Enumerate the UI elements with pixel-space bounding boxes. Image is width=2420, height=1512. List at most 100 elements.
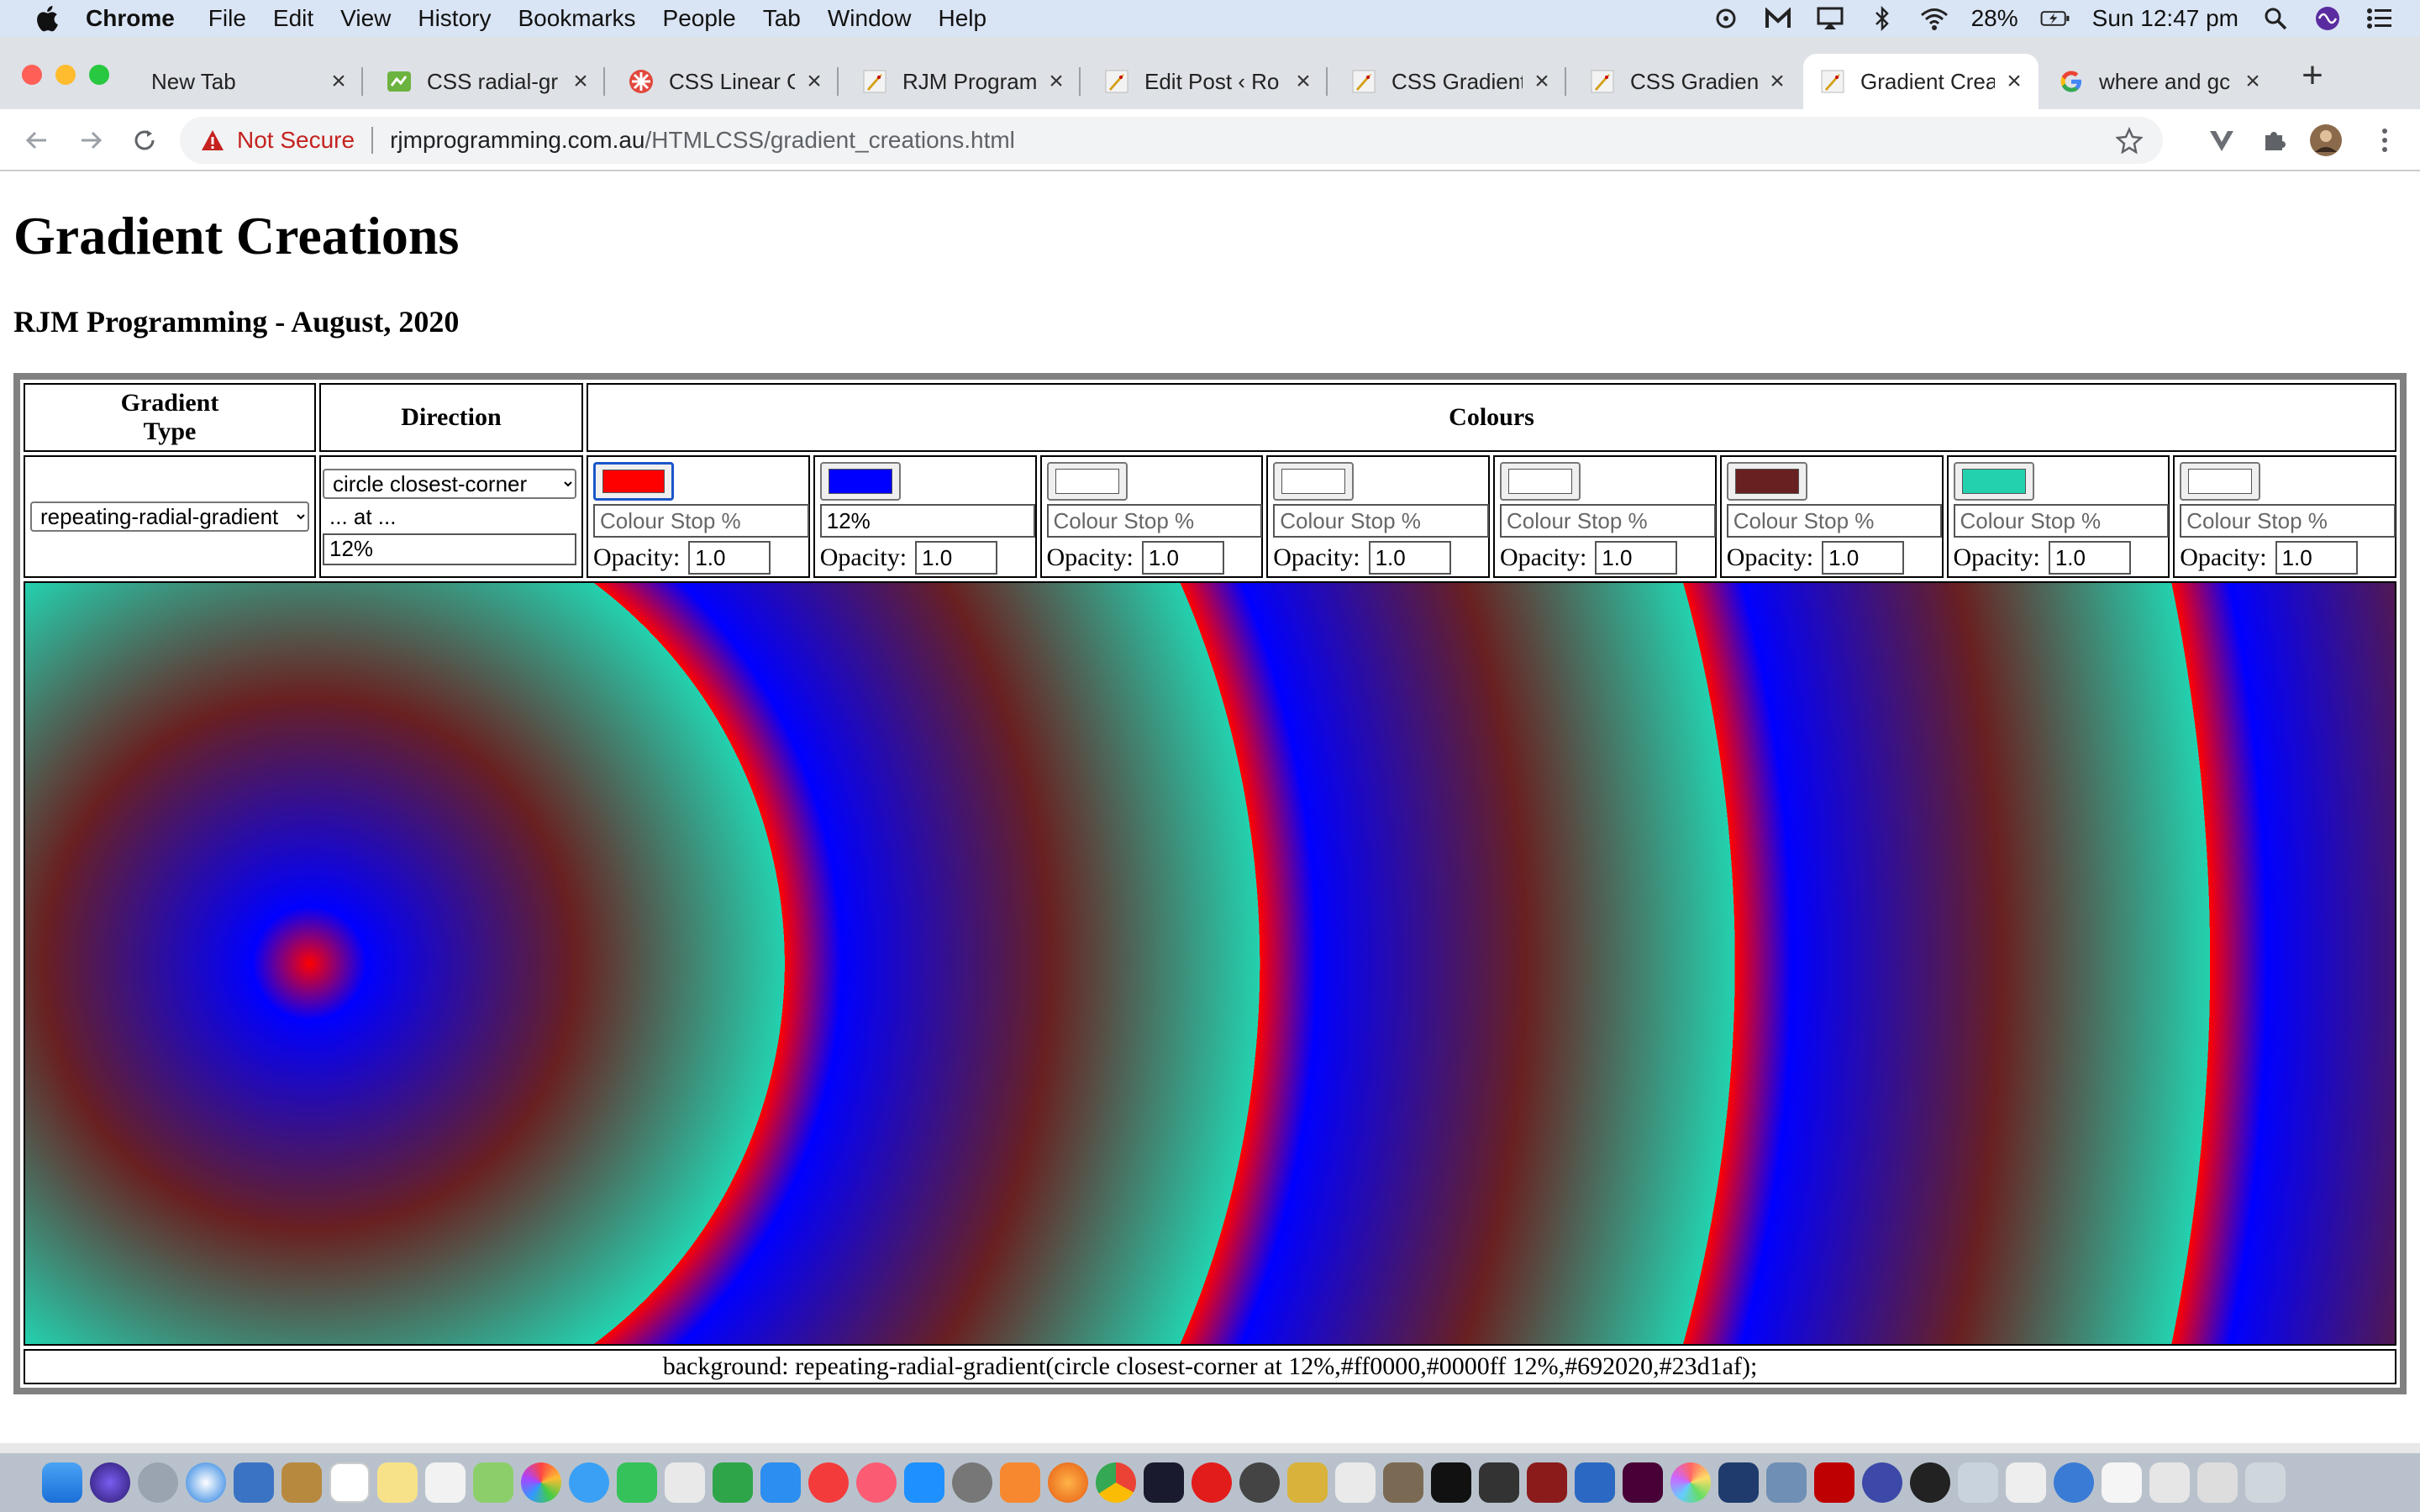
tab-close-icon[interactable]: × <box>326 69 351 94</box>
contacts-dock-icon[interactable] <box>281 1462 322 1503</box>
tab-gradient-creations[interactable]: Gradient Crea × <box>1803 54 2039 109</box>
menu-view[interactable]: View <box>340 5 391 32</box>
pages-dock-icon[interactable] <box>665 1462 705 1503</box>
tab-close-icon[interactable]: × <box>1765 69 1790 94</box>
trash-dock-icon[interactable] <box>2245 1462 2286 1503</box>
colour-picker-2[interactable] <box>819 462 901 501</box>
colour-stop-input-8[interactable] <box>2180 504 2396 538</box>
music-dock-icon[interactable] <box>856 1462 897 1503</box>
window-close-button[interactable] <box>22 65 42 85</box>
quicktime-dock-icon[interactable] <box>2054 1462 2094 1503</box>
app-store-dock-icon[interactable] <box>904 1462 944 1503</box>
tab-css-gradient-1[interactable]: CSS Gradient × <box>1334 54 1566 109</box>
opacity-input-4[interactable] <box>1368 541 1451 575</box>
filezilla-dock-icon[interactable] <box>1814 1462 1854 1503</box>
url-host[interactable]: rjmprogramming.com.au <box>390 127 644 154</box>
spotlight-search-icon[interactable] <box>2260 6 2291 31</box>
scanner-dock-icon[interactable] <box>1766 1462 1807 1503</box>
colour-picker-4[interactable] <box>1273 462 1355 501</box>
at-position-input[interactable] <box>323 533 576 565</box>
forward-arrow-icon[interactable] <box>74 123 108 157</box>
opacity-input-1[interactable] <box>688 541 771 575</box>
opera-dock-icon[interactable] <box>1192 1462 1232 1503</box>
menu-bookmarks[interactable]: Bookmarks <box>518 5 635 32</box>
window-minimize-button[interactable] <box>55 65 76 85</box>
colour-picker-5[interactable] <box>1500 462 1581 501</box>
menu-app-name[interactable]: Chrome <box>86 5 175 32</box>
chrome-menu-kebab-icon[interactable] <box>2368 123 2402 157</box>
colour-stop-input-6[interactable] <box>1726 504 1943 538</box>
profile-avatar[interactable] <box>2309 123 2343 157</box>
airplay-icon[interactable] <box>1815 6 1845 31</box>
phpstorm-dock-icon[interactable] <box>1144 1462 1184 1503</box>
apple-logo-icon[interactable] <box>34 3 64 34</box>
photo-booth-dock-icon[interactable] <box>1527 1462 1567 1503</box>
launchpad-dock-icon[interactable] <box>138 1462 178 1503</box>
avast-dock-icon[interactable] <box>1000 1462 1040 1503</box>
textedit-dock-icon[interactable] <box>2006 1462 2046 1503</box>
colour-stop-input-5[interactable] <box>1500 504 1716 538</box>
menu-history[interactable]: History <box>418 5 491 32</box>
menu-people[interactable]: People <box>663 5 736 32</box>
new-tab-plus-icon[interactable]: + <box>2294 57 2331 96</box>
colour-picker-6[interactable] <box>1726 462 1807 501</box>
tab-google-search[interactable]: where and gc × <box>2042 54 2277 109</box>
colour-stop-input-4[interactable] <box>1273 504 1489 538</box>
screen-capture-icon[interactable] <box>1711 6 1741 31</box>
tab-css-linear[interactable]: CSS Linear Gr × <box>612 54 839 109</box>
gimp-dock-icon[interactable] <box>1239 1462 1280 1503</box>
opacity-input-3[interactable] <box>1141 541 1224 575</box>
finder-dock-icon[interactable] <box>42 1462 82 1503</box>
audio-dock-icon[interactable] <box>1862 1462 1902 1503</box>
menu-edit[interactable]: Edit <box>273 5 313 32</box>
terminal-dock-icon[interactable] <box>1431 1462 1471 1503</box>
safari-dock-icon[interactable] <box>186 1462 226 1503</box>
menu-file[interactable]: File <box>208 5 246 32</box>
colour-picker-7[interactable] <box>1953 462 2034 501</box>
back-arrow-icon[interactable] <box>20 123 54 157</box>
system-preferences-dock-icon[interactable] <box>952 1462 992 1503</box>
siri-icon[interactable] <box>2312 6 2343 31</box>
chrome-dock-icon[interactable] <box>1096 1462 1136 1503</box>
colour-picker-8[interactable] <box>2180 462 2261 501</box>
bookmark-star-icon[interactable] <box>2116 127 2143 154</box>
gimp2-dock-icon[interactable] <box>1383 1462 1423 1503</box>
r-language-dock-icon[interactable] <box>1575 1462 1615 1503</box>
tab-close-icon[interactable]: × <box>1044 69 1069 94</box>
opacity-input-5[interactable] <box>1595 541 1678 575</box>
tab-close-icon[interactable]: × <box>802 69 827 94</box>
tab-edit-post[interactable]: Edit Post ‹ Ro × <box>1087 54 1328 109</box>
not-secure-label[interactable]: Not Secure <box>237 127 355 154</box>
colour-stop-input-3[interactable] <box>1046 504 1262 538</box>
font-app-dock-icon[interactable] <box>1910 1462 1950 1503</box>
wifi-icon[interactable] <box>1919 6 1949 31</box>
bluetooth-icon[interactable] <box>1867 6 1897 31</box>
color-picker-dock-icon[interactable] <box>1670 1462 1711 1503</box>
colour-stop-input-2[interactable] <box>819 504 1036 538</box>
tab-css-gradient-2[interactable]: CSS Gradient × <box>1573 54 1802 109</box>
vivaldi-extension-icon[interactable] <box>2205 123 2238 157</box>
tab-rjm-programming[interactable]: RJM Program × <box>845 54 1081 109</box>
tab-close-icon[interactable]: × <box>1529 69 1555 94</box>
f-app-dock-icon[interactable] <box>1718 1462 1759 1503</box>
tab-css-radial[interactable]: CSS radial-gr × <box>370 54 605 109</box>
reminders-dock-icon[interactable] <box>425 1462 466 1503</box>
inkscape-dock-icon[interactable] <box>1479 1462 1519 1503</box>
notes-dock-icon[interactable] <box>377 1462 418 1503</box>
tab-close-icon[interactable]: × <box>2002 69 2027 94</box>
colour-stop-input-7[interactable] <box>1953 504 2169 538</box>
calendar-dock-icon[interactable] <box>329 1462 370 1503</box>
address-bar[interactable]: Not Secure rjmprogramming.com.au/HTMLCSS… <box>180 117 2163 164</box>
network-utility-dock-icon[interactable] <box>1958 1462 1998 1503</box>
siri-dock-icon[interactable] <box>90 1462 130 1503</box>
vlc-dock-icon[interactable] <box>1287 1462 1328 1503</box>
menu-window[interactable]: Window <box>828 5 912 32</box>
window-zoom-button[interactable] <box>89 65 109 85</box>
maps-dock-icon[interactable] <box>473 1462 513 1503</box>
tab-new-tab[interactable]: New Tab × <box>134 54 363 109</box>
battery-charging-icon[interactable] <box>2040 6 2070 31</box>
reload-icon[interactable] <box>128 123 161 157</box>
messages-dock-icon[interactable] <box>569 1462 609 1503</box>
opacity-input-8[interactable] <box>2275 541 2358 575</box>
firefox-dock-icon[interactable] <box>1048 1462 1088 1503</box>
